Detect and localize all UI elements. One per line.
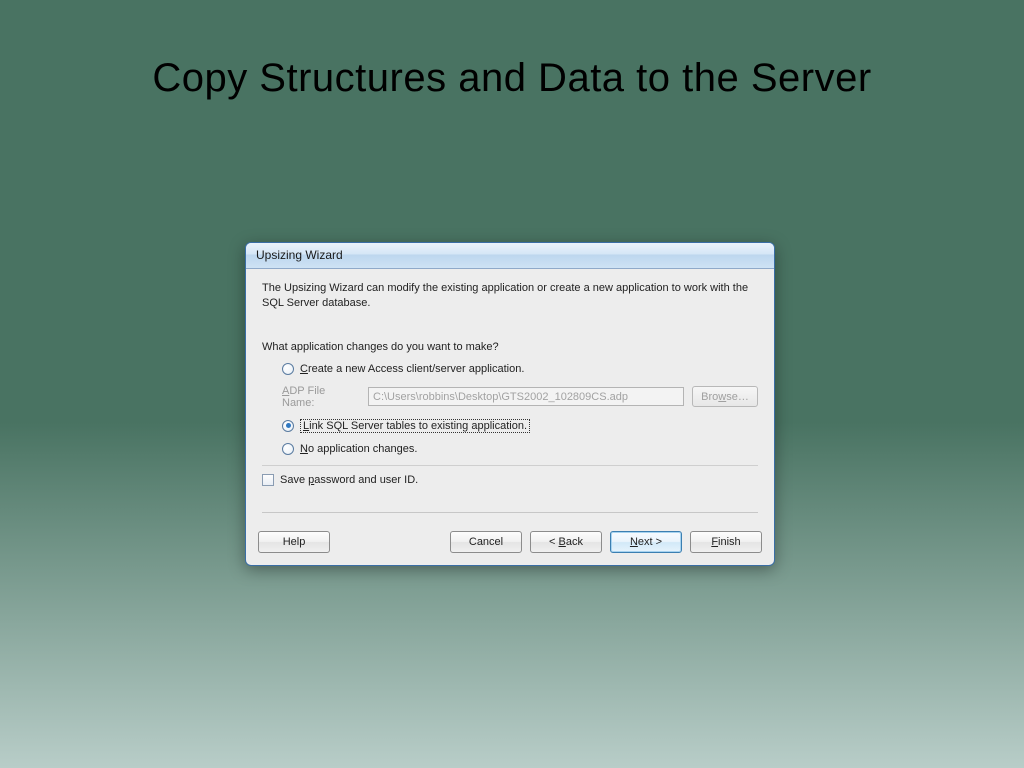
intro-text: The Upsizing Wizard can modify the exist… [262,281,758,311]
radio-label-create-new: Create a new Access client/server applic… [300,363,524,375]
radio-label-link-tables: Link SQL Server tables to existing appli… [300,419,530,433]
question-text: What application changes do you want to … [262,341,758,353]
adp-file-label: ADP File Name: [282,385,360,409]
cancel-button[interactable]: Cancel [450,531,522,553]
radio-icon-selected [282,420,294,432]
slide-title: Copy Structures and Data to the Server [0,0,1024,101]
adp-file-row: ADP File Name: Browse… [262,385,758,409]
finish-button[interactable]: Finish [690,531,762,553]
back-button[interactable]: < Back [530,531,602,553]
radio-group-2: Link SQL Server tables to existing appli… [262,419,758,455]
radio-create-new[interactable]: Create a new Access client/server applic… [282,363,758,375]
radio-label-no-changes: No application changes. [300,443,417,455]
checkbox-icon [262,474,274,486]
dialog-titlebar: Upsizing Wizard [246,243,774,269]
adp-file-input [368,387,684,406]
radio-no-changes[interactable]: No application changes. [282,443,758,455]
radio-icon [282,443,294,455]
save-password-row[interactable]: Save password and user ID. [262,474,758,486]
browse-button: Browse… [692,386,758,407]
radio-group: Create a new Access client/server applic… [262,363,758,375]
radio-link-tables[interactable]: Link SQL Server tables to existing appli… [282,419,758,433]
wizard-dialog: Upsizing Wizard The Upsizing Wizard can … [245,242,775,566]
footer-separator [262,512,758,513]
dialog-footer: Help Cancel < Back Next > Finish [246,531,774,565]
divider [262,465,758,466]
help-button[interactable]: Help [258,531,330,553]
radio-icon [282,363,294,375]
next-button[interactable]: Next > [610,531,682,553]
dialog-body: The Upsizing Wizard can modify the exist… [246,269,774,531]
save-password-label: Save password and user ID. [280,474,418,486]
